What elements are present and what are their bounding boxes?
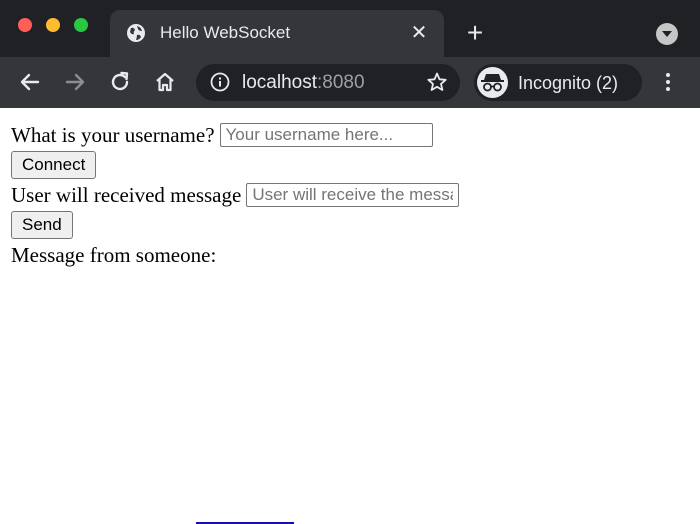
back-icon[interactable] [17,69,43,95]
username-label: What is your username? [11,122,215,147]
incognito-profile-button[interactable]: Incognito (2) [474,64,642,101]
send-button[interactable]: Send [11,211,73,239]
address-bar[interactable]: localhost:8080 [196,64,460,101]
browser-window: Hello WebSocket ✕ + localhost:8080 Incog… [0,0,700,524]
message-row: Message from someone: [11,241,700,269]
username-input[interactable] [219,123,433,147]
url-port: :8080 [317,72,365,93]
maximize-window-button[interactable] [74,18,88,32]
tab-strip: Hello WebSocket ✕ + [0,0,700,57]
recipient-row: User will received message [11,181,700,209]
toolbar: localhost:8080 Incognito (2) [0,57,700,108]
recipient-label: User will received message [11,182,242,207]
message-header: Message from someone: [11,242,217,267]
close-window-button[interactable] [18,18,32,32]
more-menu-icon[interactable] [658,71,678,95]
close-tab-icon[interactable]: ✕ [408,22,430,44]
send-row: Send [11,211,700,239]
new-tab-icon[interactable]: + [462,19,488,47]
page-content: What is your username? Connect User will… [0,108,700,524]
bookmark-star-icon[interactable] [426,71,448,93]
home-icon[interactable] [152,69,178,95]
recipient-input[interactable] [246,183,460,207]
active-tab[interactable]: Hello WebSocket ✕ [110,10,444,57]
reload-icon[interactable] [107,69,133,95]
url-text: localhost:8080 [242,72,365,94]
site-info-icon[interactable] [210,72,230,92]
connect-button[interactable]: Connect [11,151,97,179]
username-row: What is your username? [11,121,700,149]
profile-label: Incognito (2) [518,73,619,93]
tab-title: Hello WebSocket [160,23,291,42]
incognito-icon [477,67,508,98]
globe-icon [127,24,145,42]
connect-row: Connect [11,151,700,179]
forward-icon[interactable] [62,69,88,95]
url-host: localhost [242,72,317,93]
minimize-window-button[interactable] [46,18,60,32]
tab-search-icon[interactable] [656,23,678,45]
